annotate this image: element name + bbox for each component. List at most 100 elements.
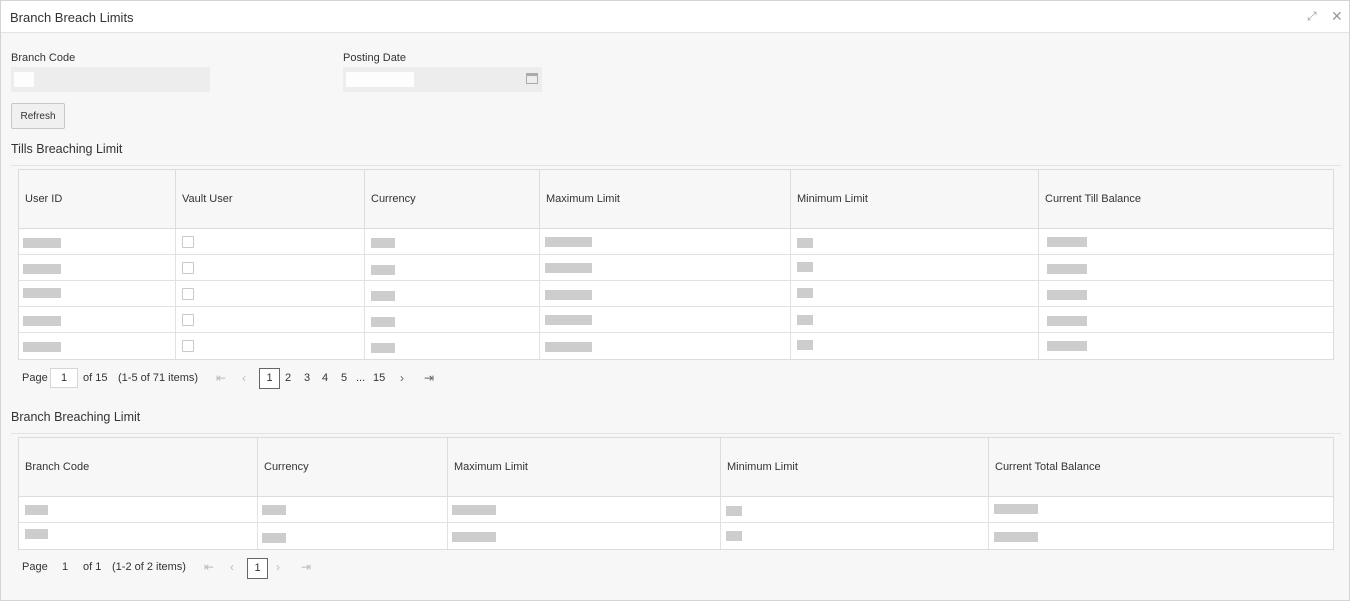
redacted-cell — [23, 288, 61, 298]
vault-user-checkbox[interactable] — [182, 340, 194, 352]
redacted-cell — [545, 315, 592, 325]
vault-user-checkbox[interactable] — [182, 236, 194, 248]
previous-page-icon[interactable]: ‹ — [242, 371, 246, 385]
vault-user-checkbox[interactable] — [182, 262, 194, 274]
vault-user-checkbox[interactable] — [182, 314, 194, 326]
redacted-cell — [25, 505, 48, 515]
redacted-cell — [797, 340, 813, 350]
redacted-cell — [23, 238, 61, 248]
redacted-cell — [262, 533, 286, 543]
table-row[interactable] — [19, 281, 1333, 307]
page-button[interactable]: 5 — [341, 372, 347, 384]
last-page-icon[interactable]: ⇥ — [301, 560, 311, 574]
col-vault-user[interactable]: Vault User — [175, 170, 365, 229]
redacted-cell — [371, 265, 395, 275]
redacted-value — [346, 72, 414, 87]
page-count: of 1 — [83, 561, 102, 573]
redacted-cell — [23, 342, 61, 352]
redacted-cell — [726, 506, 742, 516]
window-title: Branch Breach Limits — [10, 10, 134, 25]
col-currency[interactable]: Currency — [364, 170, 540, 229]
page-input[interactable]: 1 — [50, 368, 78, 388]
branch-code-input[interactable] — [11, 67, 210, 92]
page-label: Page — [22, 561, 48, 573]
page-button[interactable]: 4 — [322, 372, 328, 384]
tills-table-body — [19, 229, 1333, 359]
table-row[interactable] — [19, 255, 1333, 281]
redacted-cell — [1047, 237, 1087, 247]
branch-table-header: Branch Code Currency Maximum Limit Minim… — [19, 438, 1333, 497]
redacted-cell — [371, 238, 395, 248]
tills-table: User ID Vault User Currency Maximum Limi… — [18, 169, 1334, 360]
minimize-icon[interactable]: ⤢ — [1307, 8, 1317, 24]
branch-section-title: Branch Breaching Limit — [11, 410, 141, 424]
vault-user-checkbox[interactable] — [182, 288, 194, 300]
col-branch-code[interactable]: Branch Code — [19, 438, 258, 497]
refresh-button[interactable]: Refresh — [11, 103, 65, 129]
redacted-cell — [726, 531, 742, 541]
table-row[interactable] — [19, 307, 1333, 333]
table-row[interactable] — [19, 229, 1333, 255]
col-minimum-limit[interactable]: Minimum Limit — [790, 170, 1039, 229]
col-current-till-balance[interactable]: Current Till Balance — [1038, 170, 1333, 229]
branch-table-body — [19, 497, 1333, 549]
redacted-cell — [262, 505, 286, 515]
items-count: (1-2 of 2 items) — [112, 561, 186, 573]
redacted-cell — [797, 262, 813, 272]
page-ellipsis[interactable]: ... — [356, 372, 365, 384]
redacted-cell — [23, 316, 61, 326]
redacted-cell — [994, 532, 1038, 542]
col-current-total-balance[interactable]: Current Total Balance — [988, 438, 1333, 497]
col-currency[interactable]: Currency — [257, 438, 448, 497]
previous-page-icon[interactable]: ‹ — [230, 560, 234, 574]
col-maximum-limit[interactable]: Maximum Limit — [447, 438, 721, 497]
calendar-icon[interactable] — [526, 73, 538, 84]
redacted-cell — [797, 288, 813, 298]
next-page-icon[interactable]: › — [276, 560, 280, 574]
redacted-cell — [23, 264, 61, 274]
close-icon[interactable]: ✕ — [1331, 8, 1343, 24]
table-row[interactable] — [19, 497, 1333, 523]
items-count: (1-5 of 71 items) — [118, 372, 199, 384]
redacted-cell — [452, 505, 496, 515]
col-minimum-limit[interactable]: Minimum Limit — [720, 438, 989, 497]
tills-table-header: User ID Vault User Currency Maximum Limi… — [19, 170, 1333, 229]
redacted-cell — [994, 504, 1038, 514]
redacted-value — [14, 72, 34, 87]
page-label: Page — [22, 372, 48, 384]
redacted-cell — [452, 532, 496, 542]
first-page-icon[interactable]: ⇤ — [204, 560, 214, 574]
page-button-current[interactable]: 1 — [259, 368, 280, 389]
page-input[interactable]: 1 — [62, 561, 68, 573]
redacted-cell — [1047, 290, 1087, 300]
title-bar: Branch Breach Limits ⤢ ✕ — [1, 1, 1349, 33]
posting-date-label: Posting Date — [343, 52, 406, 64]
first-page-icon[interactable]: ⇤ — [216, 371, 226, 385]
posting-date-input[interactable] — [343, 67, 542, 92]
tills-section-title: Tills Breaching Limit — [11, 142, 123, 156]
table-row[interactable] — [19, 523, 1333, 549]
branch-table: Branch Code Currency Maximum Limit Minim… — [18, 437, 1334, 550]
page-button[interactable]: 3 — [304, 372, 310, 384]
redacted-cell — [797, 315, 813, 325]
last-page-icon[interactable]: ⇥ — [424, 371, 434, 385]
redacted-cell — [1047, 264, 1087, 274]
branch-pagination: Page 1 of 1 (1-2 of 2 items) ⇤ ‹ 1 › ⇥ — [22, 557, 322, 579]
redacted-cell — [1047, 341, 1087, 351]
page-button[interactable]: 15 — [373, 372, 385, 384]
divider — [11, 165, 1341, 166]
page-button-current[interactable]: 1 — [247, 558, 268, 579]
next-page-icon[interactable]: › — [400, 371, 404, 385]
table-row[interactable] — [19, 333, 1333, 359]
redacted-cell — [545, 290, 592, 300]
col-maximum-limit[interactable]: Maximum Limit — [539, 170, 791, 229]
branch-breach-limits-window: Branch Breach Limits ⤢ ✕ Branch Code Pos… — [0, 0, 1350, 601]
col-user-id[interactable]: User ID — [19, 170, 176, 229]
page-count: of 15 — [83, 372, 108, 384]
redacted-cell — [545, 342, 592, 352]
divider — [11, 433, 1341, 434]
page-button[interactable]: 2 — [285, 372, 291, 384]
tills-pagination: Page 1 of 15 (1-5 of 71 items) ⇤ ‹ 1 2 3… — [22, 368, 442, 390]
branch-code-label: Branch Code — [11, 52, 76, 64]
redacted-cell — [797, 238, 813, 248]
